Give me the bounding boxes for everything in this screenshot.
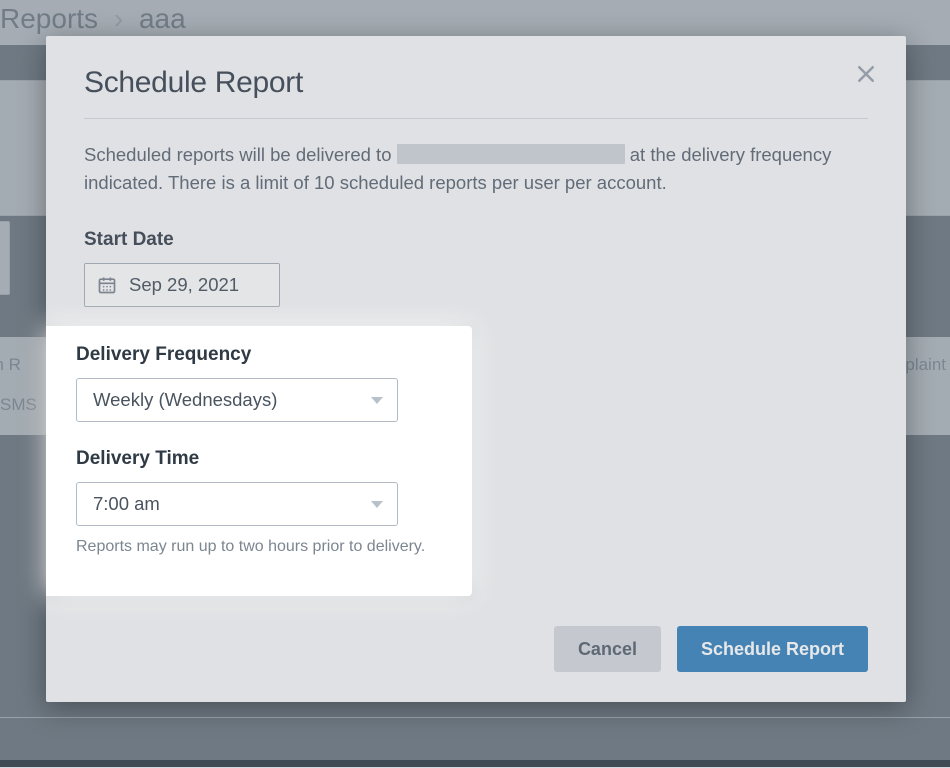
schedule-report-button[interactable]: Schedule Report — [677, 626, 868, 672]
field-label: Delivery Frequency — [76, 344, 444, 366]
delivery-time-hint: Reports may run up to two hours prior to… — [76, 538, 444, 556]
field-label: Delivery Time — [76, 448, 444, 470]
modal-title: Schedule Report — [84, 66, 868, 100]
start-date-value: Sep 29, 2021 — [129, 274, 239, 296]
modal-footer: Cancel Schedule Report — [554, 626, 868, 672]
schedule-report-modal: Schedule Report Scheduled reports will b… — [46, 36, 906, 702]
delivery-time-field: Delivery Time 7:00 am Reports may run up… — [76, 448, 444, 556]
modal-description: Scheduled reports will be delivered to a… — [84, 141, 868, 197]
delivery-frequency-select[interactable]: Weekly (Wednesdays) — [76, 378, 398, 422]
highlighted-section: Delivery Frequency Weekly (Wednesdays) D… — [46, 326, 472, 596]
start-date-input[interactable]: Sep 29, 2021 — [84, 263, 280, 307]
start-date-field: Start Date Sep 29, 2021 — [84, 229, 868, 307]
delivery-frequency-field: Delivery Frequency Weekly (Wednesdays) — [76, 344, 444, 422]
description-text: Scheduled reports will be delivered to — [84, 144, 397, 165]
delivery-time-select[interactable]: 7:00 am — [76, 482, 398, 526]
calendar-icon — [97, 275, 117, 295]
select-value: Weekly (Wednesdays) — [93, 389, 277, 411]
chevron-down-icon — [371, 501, 383, 508]
select-value: 7:00 am — [93, 493, 160, 515]
close-button[interactable] — [852, 60, 880, 88]
redacted-email — [397, 144, 625, 164]
cancel-button[interactable]: Cancel — [554, 626, 661, 672]
field-label: Start Date — [84, 229, 868, 251]
chevron-down-icon — [371, 397, 383, 404]
close-icon — [857, 65, 875, 83]
divider — [84, 118, 868, 119]
